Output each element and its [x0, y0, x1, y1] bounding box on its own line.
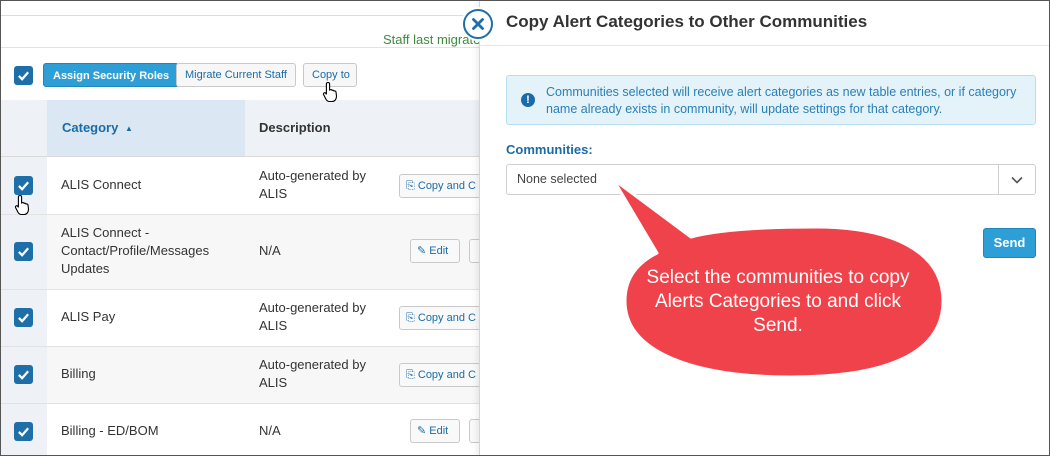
table-row: ALIS Pay Auto-generated by ALIS ⎘ Copy a… — [1, 290, 481, 347]
action-label: Copy and C — [417, 312, 476, 324]
row-checkbox[interactable] — [14, 422, 33, 441]
exclamation-icon: ! — [521, 93, 535, 107]
copy-icon: ⎘ — [406, 180, 415, 192]
pencil-icon: ✎ — [417, 245, 427, 257]
description-column-header: Description — [259, 120, 331, 135]
copy-and-close-button[interactable]: ⎘ Copy and C — [399, 363, 481, 387]
category-header-label: Category — [62, 120, 119, 135]
row-category: Billing - ED/BOM — [61, 423, 159, 438]
edit-button[interactable]: ✎ Edit — [410, 419, 460, 443]
action-label: Copy and C — [417, 369, 476, 381]
copy-icon: ⎘ — [406, 369, 415, 381]
check-icon — [18, 370, 29, 380]
row-category: ALIS Connect - Contact/Profile/Messages … — [61, 225, 210, 276]
pencil-icon: ✎ — [417, 425, 427, 437]
action-label: Edit — [429, 425, 449, 437]
table-row: Billing Auto-generated by ALIS ⎘ Copy an… — [1, 347, 481, 404]
chevron-down-icon[interactable] — [998, 165, 1035, 194]
row-description: Auto-generated by ALIS — [259, 357, 366, 390]
sort-ascending-icon: ▲ — [124, 124, 133, 133]
row-checkbox[interactable] — [14, 365, 33, 384]
row-category: ALIS Pay — [61, 309, 116, 324]
copy-and-close-button[interactable]: ⎘ Copy and C — [399, 174, 481, 198]
row-checkbox[interactable] — [14, 308, 33, 327]
copy-icon: ⎘ — [406, 312, 415, 324]
copy-and-close-button[interactable]: ⎘ Copy and C — [399, 306, 481, 330]
screenshot-frame: Staff last migrated Assign Security Role… — [0, 0, 1050, 456]
check-icon — [18, 427, 29, 437]
close-icon[interactable] — [463, 9, 493, 39]
table-header: Category ▲ Description — [1, 100, 481, 157]
action-label: Edit — [429, 245, 449, 257]
edit-button[interactable]: ✎ Edit — [410, 239, 460, 263]
row-checkbox[interactable] — [14, 176, 33, 195]
select-all-checkbox[interactable] — [14, 66, 33, 85]
table-toolbar: Assign Security Roles Migrate Current St… — [1, 47, 481, 101]
alert-text: Communities selected will receive alert … — [546, 85, 1017, 116]
check-icon — [18, 247, 29, 257]
row-category: Billing — [61, 366, 96, 381]
category-column-header[interactable]: Category ▲ — [47, 100, 245, 156]
header-select-cell — [1, 100, 47, 156]
communities-select-value: None selected — [517, 172, 597, 186]
panel-title: Copy Alert Categories to Other Communiti… — [506, 12, 868, 31]
migrate-current-staff-button[interactable]: Migrate Current Staff — [176, 63, 296, 87]
table-row: Billing - ED/BOM N/A ✎ Edit — [1, 404, 489, 455]
row-description: Auto-generated by ALIS — [259, 300, 366, 333]
table-row: ALIS Connect - Contact/Profile/Messages … — [1, 215, 489, 290]
table-row: ALIS Connect Auto-generated by ALIS ⎘ Co… — [1, 157, 481, 215]
row-description: Auto-generated by ALIS — [259, 168, 366, 201]
hand-pointer-icon — [14, 194, 30, 216]
check-icon — [18, 313, 29, 323]
check-icon — [18, 181, 29, 191]
assign-security-roles-button[interactable]: Assign Security Roles — [43, 63, 180, 87]
callout-text: Select the communities to copy Alerts Ca… — [646, 267, 910, 336]
panel-header: Copy Alert Categories to Other Communiti… — [480, 1, 1049, 46]
action-label: Copy and C — [417, 180, 476, 192]
row-category: ALIS Connect — [61, 177, 142, 192]
row-checkbox[interactable] — [14, 242, 33, 261]
hand-pointer-icon — [322, 81, 338, 103]
divider — [1, 15, 481, 16]
info-alert: ! Communities selected will receive aler… — [506, 75, 1036, 125]
send-button[interactable]: Send — [983, 228, 1036, 258]
communities-label: Communities: — [506, 142, 593, 157]
row-description: N/A — [259, 423, 281, 438]
check-icon — [18, 71, 29, 81]
row-description: N/A — [259, 243, 281, 258]
